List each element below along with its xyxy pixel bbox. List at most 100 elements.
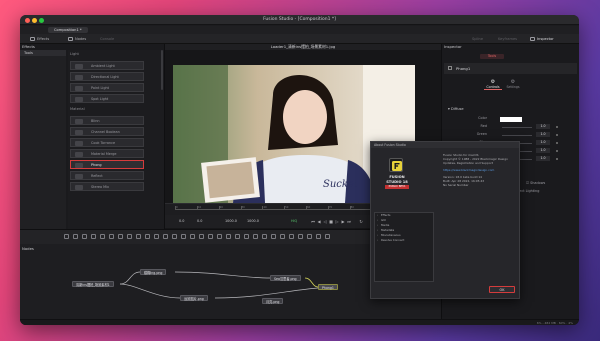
keyframe-icon[interactable]: [556, 134, 558, 136]
green-value[interactable]: 1.0: [536, 132, 550, 137]
fx-item-cook-torrance[interactable]: Cook Torrance: [70, 138, 144, 147]
inspector-node-header[interactable]: Phong1: [444, 63, 577, 74]
tool-thumbnail-icon: [75, 185, 83, 190]
render-start-field[interactable]: 0.0: [197, 219, 202, 224]
node-loader-5[interactable]: 月亮.png: [262, 298, 284, 304]
fx-item-phong[interactable]: Phong: [70, 160, 144, 169]
tree-item-tools[interactable]: Tools: [20, 50, 66, 56]
inspector-toolbar-button[interactable]: Inspector: [530, 36, 554, 42]
red-value[interactable]: 1.0: [536, 124, 550, 129]
fx-item-spot-light[interactable]: Spot Light: [70, 94, 144, 103]
fx-item-label: Material Merge: [91, 152, 117, 156]
credit-item-resolve-connect[interactable]: Resolve Connect: [375, 238, 433, 243]
fx-item-directional-light[interactable]: Directional Light: [70, 72, 144, 81]
tool-thumbnail-icon: [75, 152, 83, 157]
fx-item-label: Ambient Light: [91, 64, 115, 68]
ok-button[interactable]: OK: [489, 286, 515, 293]
hiq-toggle[interactable]: HiQ: [291, 219, 297, 224]
fx-item-material-merge[interactable]: Material Merge: [70, 149, 144, 158]
node-loader-4[interactable]: 远景图片.png: [180, 295, 208, 301]
fx-item-channel-boolean[interactable]: Channel Boolean: [70, 127, 144, 136]
fx-item-label: Point Light: [91, 86, 109, 90]
node-loader-2[interactable]: 模糊ing.png: [140, 269, 167, 275]
keyframe-icon[interactable]: [556, 126, 558, 128]
tab-settings[interactable]: ⚙ Settings: [504, 79, 522, 89]
tool-thumbnail-icon: [75, 64, 83, 69]
window-title: Fusion Studio - [Composition1 *]: [263, 17, 336, 22]
keyframes-toolbar-button[interactable]: Keyframes: [498, 36, 517, 42]
step-back-icon[interactable]: ◀: [317, 219, 321, 224]
ruler-label: 70: [328, 205, 333, 209]
red-slider[interactable]: [502, 127, 532, 128]
fx-item-stereo-mix[interactable]: Stereo Mix: [70, 182, 144, 191]
effects-toolbar-label: Effects: [37, 37, 50, 41]
render-end-field[interactable]: 1000.0: [225, 219, 237, 224]
brand-line-2: STUDIO 18: [386, 179, 408, 184]
inspector-toolbar-label: Inspector: [537, 37, 554, 41]
node-loader-1[interactable]: 清新ins摆拍_场景素材1: [72, 281, 114, 287]
go-to-start-icon[interactable]: ⏮: [311, 219, 315, 224]
console-toolbar-button[interactable]: Console: [100, 36, 114, 42]
tool-thumbnail-icon: [75, 97, 83, 102]
stop-icon[interactable]: ■: [329, 219, 333, 224]
shadows-checkbox[interactable]: ☑ Shadows: [526, 181, 545, 185]
svg-text:Sucket: Sucket: [323, 179, 359, 190]
color-swatch[interactable]: [500, 116, 522, 122]
fx-item-reflect[interactable]: Reflect: [70, 171, 144, 180]
ruler-label: 20: [219, 205, 223, 209]
ruler-label: 80: [350, 205, 354, 209]
prop-label: Green: [476, 132, 487, 136]
fx-item-label: Reflect: [91, 174, 103, 178]
link-sea-to-phong: [304, 277, 319, 288]
section-light: Light: [70, 52, 79, 56]
title-bar: Fusion Studio - [Composition1 *]: [20, 15, 579, 25]
global-end-field[interactable]: 1000.0: [247, 219, 259, 224]
opacity-value[interactable]: 1.0: [536, 156, 550, 161]
nodes-toolbar-label: Nodes: [75, 37, 87, 41]
effects-scrollbar[interactable]: [161, 50, 163, 90]
keyframe-icon[interactable]: [556, 150, 558, 152]
link-bg-to-phong: [214, 287, 319, 299]
green-slider[interactable]: [502, 135, 532, 136]
go-to-end-icon[interactable]: ⏭: [347, 219, 351, 224]
nodes-icon: [68, 37, 73, 41]
spline-toolbar-button[interactable]: Spline: [472, 36, 483, 42]
inspector-title: Inspector: [444, 44, 462, 49]
section-material: Material: [70, 107, 85, 111]
prop-label: Color: [478, 116, 487, 120]
node-enable-checkbox[interactable]: [448, 66, 452, 70]
effects-icon: [30, 37, 35, 41]
link-blur-to-sea: [174, 271, 271, 279]
composition-tab[interactable]: Composition1 *: [48, 27, 88, 33]
fx-item-blinn[interactable]: Blinn: [70, 116, 144, 125]
keyframe-icon[interactable]: [556, 158, 558, 160]
nodes-toolbar-button[interactable]: Nodes: [68, 36, 86, 42]
effects-tree: Tools: [20, 50, 66, 229]
prop-green: Green 1.0: [442, 132, 579, 138]
console-toolbar-label: Console: [100, 37, 115, 41]
fx-item-point-light[interactable]: Point Light: [70, 83, 144, 92]
tools-tab[interactable]: Tools: [480, 54, 504, 59]
diffuse-section[interactable]: ▾ Diffuse: [448, 107, 464, 111]
fx-item-label: Spot Light: [91, 97, 109, 101]
app-window: Fusion Studio - [Composition1 *] Composi…: [20, 15, 579, 325]
loop-icon[interactable]: ↻: [359, 219, 363, 224]
blue-value[interactable]: 1.0: [536, 140, 550, 145]
effects-toolbar-button[interactable]: Effects: [30, 36, 49, 42]
tool-thumbnail-icon: [75, 174, 83, 179]
main-toolbar: Effects Nodes Console Spline Keyframes I…: [20, 34, 579, 44]
ruler-label: 50: [285, 205, 289, 209]
current-time-field[interactable]: 0.0: [179, 219, 184, 224]
alpha-value[interactable]: 1.0: [536, 148, 550, 153]
tab-controls[interactable]: ⚙ Controls: [484, 79, 502, 90]
node-phong[interactable]: Phong1: [318, 284, 338, 290]
spline-toolbar-label: Spline: [472, 37, 484, 41]
keyframe-icon[interactable]: [556, 142, 558, 144]
play-forward-icon[interactable]: ▷: [335, 219, 339, 224]
tool-thumbnail-icon: [75, 130, 83, 135]
tab-settings-label: Settings: [506, 85, 520, 89]
fx-item-ambient-light[interactable]: Ambient Light: [70, 61, 144, 70]
node-loader-3[interactable]: Sea沉思者.png: [270, 275, 301, 281]
play-reverse-icon[interactable]: ◁: [323, 219, 327, 224]
step-forward-icon[interactable]: ▶: [341, 219, 345, 224]
